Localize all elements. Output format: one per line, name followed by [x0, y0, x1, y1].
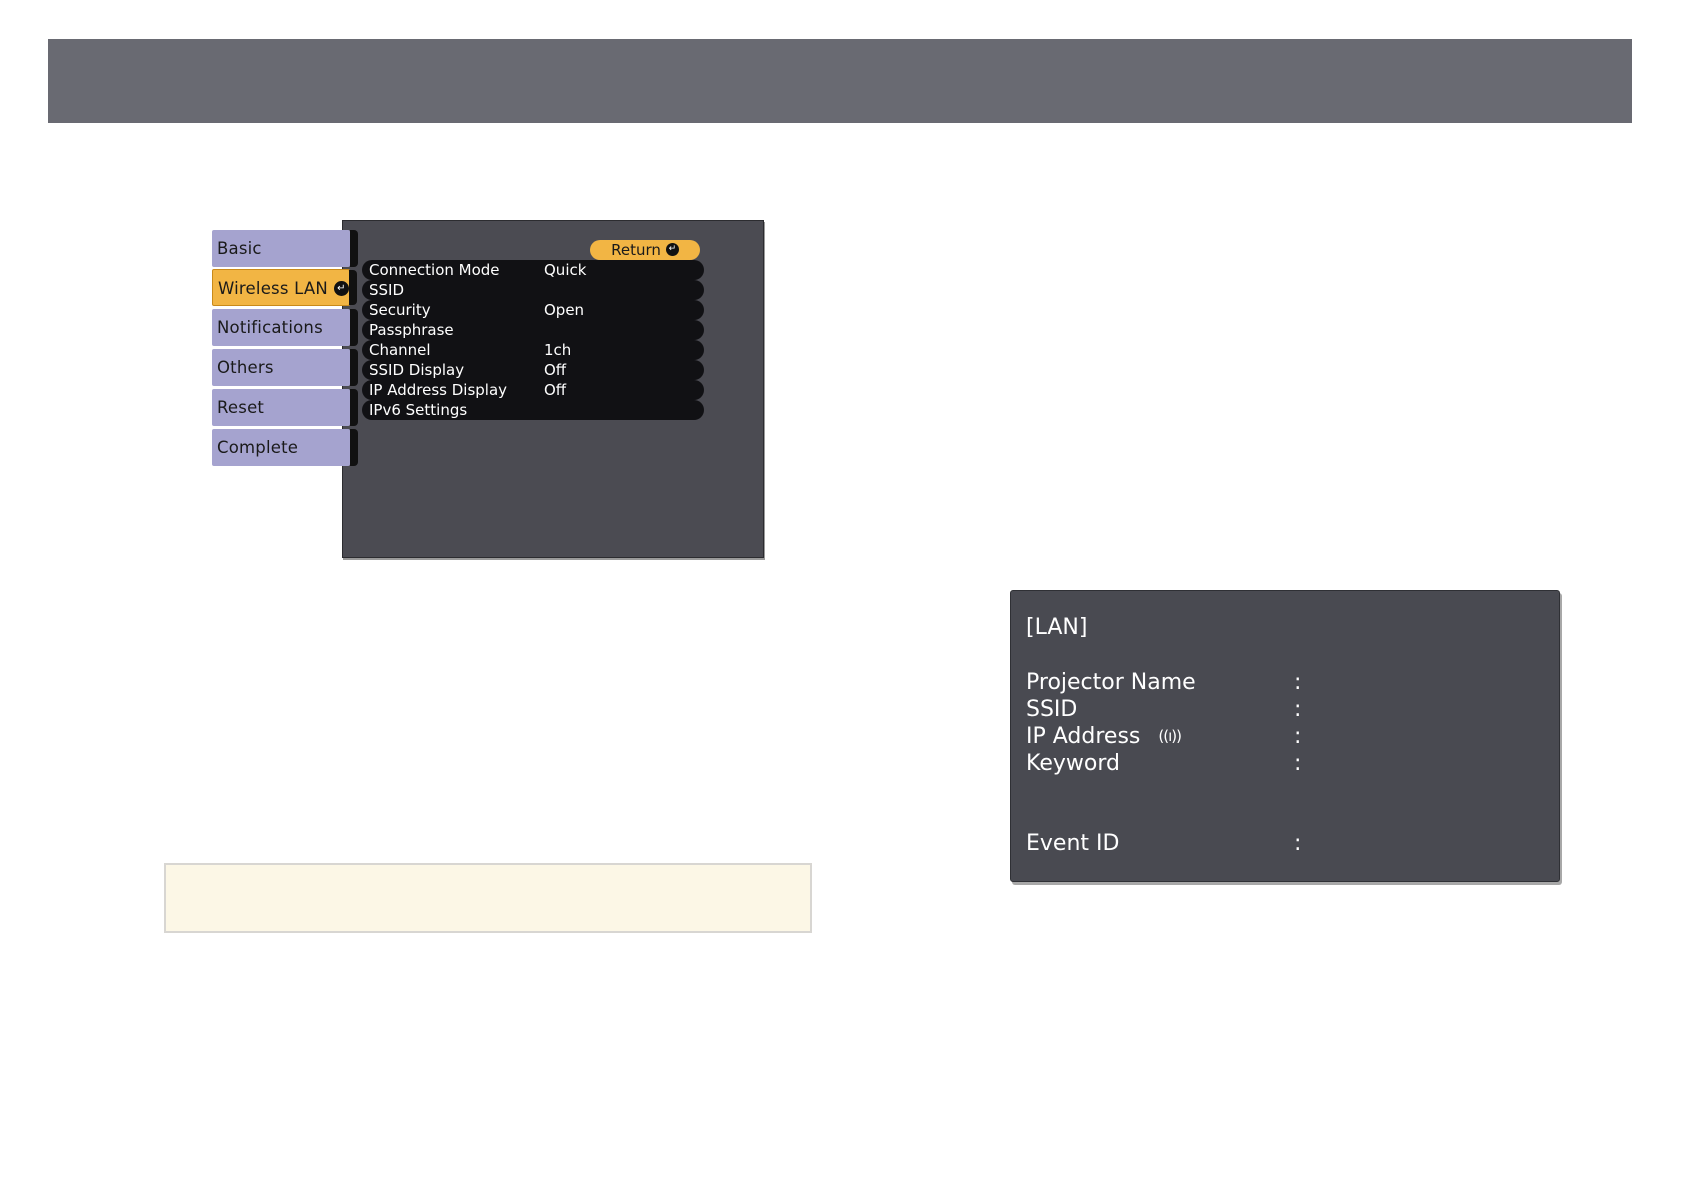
settings-panel: Return ↵ Connection Mode Quick SSID Secur…	[342, 220, 764, 558]
tab-label: Others	[217, 358, 274, 377]
tab-label: Basic	[217, 239, 262, 258]
settings-list: Connection Mode Quick SSID Security Open…	[362, 260, 704, 420]
field-colon: :	[1294, 697, 1302, 722]
field-label-text: IP Address	[1026, 724, 1141, 749]
enter-icon: ↵	[665, 243, 679, 256]
setting-value: Off	[544, 361, 567, 379]
wireless-lan-menu-screenshot: Return ↵ Connection Mode Quick SSID Secur…	[212, 220, 764, 558]
tab-wireless-lan[interactable]: Wireless LAN ↵	[212, 269, 357, 306]
tab-basic[interactable]: Basic	[212, 230, 358, 267]
setting-value: Off	[544, 381, 567, 399]
setting-label: Security	[369, 301, 431, 319]
lan-field-keyword: Keyword :	[1026, 750, 1546, 777]
field-colon: :	[1294, 724, 1302, 749]
setting-value: Open	[544, 301, 585, 319]
setting-value: 1ch	[544, 341, 572, 359]
field-label: Keyword	[1026, 751, 1120, 776]
setting-row-passphrase[interactable]: Passphrase	[362, 320, 704, 340]
enter-icon: ↵	[333, 281, 349, 296]
setting-label: IP Address Display	[369, 381, 508, 399]
tab-others[interactable]: Others	[212, 349, 358, 386]
lan-field-projector-name: Projector Name :	[1026, 669, 1546, 696]
note-box	[164, 863, 812, 933]
setting-row-ip-address-display[interactable]: IP Address Display Off	[362, 380, 704, 400]
setting-label: Channel	[369, 341, 431, 359]
setting-label: IPv6 Settings	[369, 401, 468, 419]
wireless-signal-icon: ((ı))	[1158, 727, 1182, 745]
setting-value: Quick	[544, 261, 587, 279]
return-button[interactable]: Return ↵	[590, 240, 700, 260]
setting-row-channel[interactable]: Channel 1ch	[362, 340, 704, 360]
field-colon: :	[1294, 670, 1302, 695]
setting-label: SSID	[369, 281, 405, 299]
lan-field-event-id: Event ID :	[1026, 830, 1546, 857]
lan-info-screen: [LAN] Projector Name : SSID : IP Address…	[1010, 590, 1560, 882]
tab-label: Wireless LAN	[218, 279, 328, 298]
setting-label: SSID Display	[369, 361, 465, 379]
field-label: SSID	[1026, 697, 1078, 722]
tab-complete[interactable]: Complete	[212, 429, 358, 466]
page: Return ↵ Connection Mode Quick SSID Secur…	[0, 0, 1684, 1190]
setting-label: Connection Mode	[369, 261, 500, 279]
setting-label: Passphrase	[369, 321, 454, 339]
field-label: Projector Name	[1026, 670, 1196, 695]
setting-row-connection-mode[interactable]: Connection Mode Quick	[362, 260, 704, 280]
setting-row-ipv6-settings[interactable]: IPv6 Settings	[362, 400, 704, 420]
lan-field-ip-address: IP Address ((ı)) :	[1026, 723, 1546, 750]
return-label: Return	[611, 241, 661, 259]
tab-label: Notifications	[217, 318, 323, 337]
setting-row-ssid-display[interactable]: SSID Display Off	[362, 360, 704, 380]
tab-notifications[interactable]: Notifications	[212, 309, 358, 346]
tab-label: Complete	[217, 438, 299, 457]
setting-row-ssid[interactable]: SSID	[362, 280, 704, 300]
tab-label: Reset	[217, 398, 265, 417]
setting-row-security[interactable]: Security Open	[362, 300, 704, 320]
lan-title: [LAN]	[1026, 615, 1088, 640]
field-label: Event ID	[1026, 831, 1120, 856]
field-colon: :	[1294, 751, 1302, 776]
header-banner	[48, 39, 1632, 123]
field-colon: :	[1294, 831, 1302, 856]
tab-reset[interactable]: Reset	[212, 389, 358, 426]
field-label: IP Address ((ı))	[1026, 723, 1182, 752]
lan-field-ssid: SSID :	[1026, 696, 1546, 723]
